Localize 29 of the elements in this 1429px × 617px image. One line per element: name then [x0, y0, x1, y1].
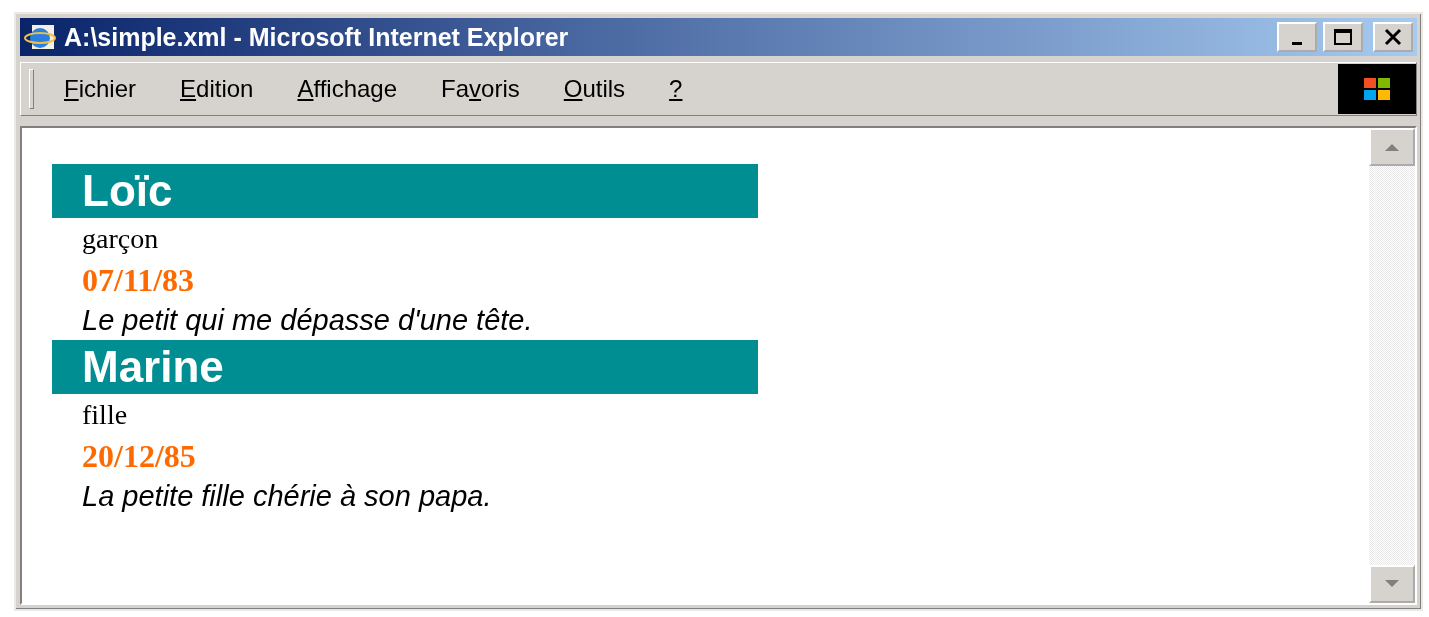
scrollbar[interactable]	[1369, 128, 1415, 603]
minimize-icon	[1292, 41, 1302, 45]
birth-date: 07/11/83	[82, 262, 194, 298]
menu-item[interactable]: Favoris	[441, 75, 520, 103]
toolbar-grip	[29, 69, 34, 109]
close-button[interactable]	[1373, 22, 1413, 52]
scroll-down-button[interactable]	[1369, 565, 1415, 603]
menu-item[interactable]: ?	[669, 75, 683, 103]
down-arrow-icon	[1384, 579, 1400, 589]
windows-flag-icon	[1338, 64, 1416, 114]
maximize-icon	[1333, 28, 1353, 46]
menu-item[interactable]: Affichage	[297, 75, 398, 103]
maximize-button[interactable]	[1323, 22, 1363, 52]
window-title: A:\simple.xml - Microsoft Internet Explorer	[64, 22, 570, 52]
up-arrow-icon	[1384, 142, 1400, 152]
comment-text: La petite fille chérie à son papa.	[82, 480, 492, 512]
menu-item[interactable]: Edition	[180, 75, 254, 103]
gender-text: fille	[82, 399, 128, 430]
minimize-button[interactable]	[1277, 22, 1317, 52]
menu-item[interactable]: Outils	[563, 75, 626, 103]
close-icon	[1383, 28, 1403, 46]
globe-icon	[24, 22, 58, 52]
gender-text: garçon	[82, 223, 159, 254]
name-heading: Loïc	[52, 164, 758, 218]
name-heading: Marine	[52, 340, 758, 394]
scroll-up-button[interactable]	[1369, 128, 1415, 166]
menu-item[interactable]: Fichier	[64, 75, 137, 103]
comment-text: Le petit qui me dépasse d'une tête.	[82, 304, 533, 336]
birth-date: 20/12/85	[82, 438, 196, 474]
